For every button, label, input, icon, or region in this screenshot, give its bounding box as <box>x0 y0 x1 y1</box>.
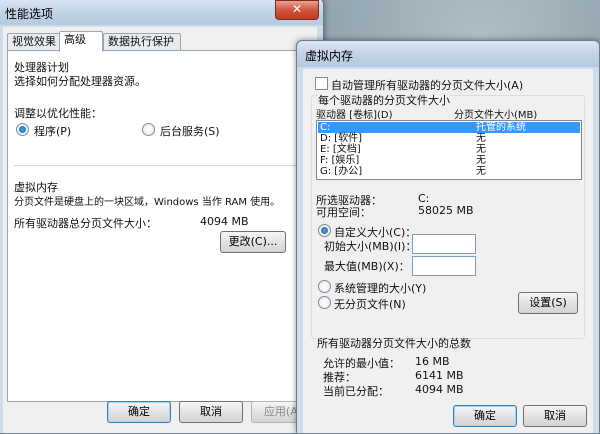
drive-size: 无 <box>476 144 486 155</box>
tab-visual-effects[interactable]: 视觉效果 <box>7 33 61 51</box>
drive-name: D: [软件] <box>320 133 363 144</box>
drive-name: C: <box>320 122 331 133</box>
initial-size-label: 初始大小(MB)(I)： <box>324 240 417 253</box>
free-space-value: 58025 MB <box>418 204 474 217</box>
ok-button[interactable]: 确定 <box>107 401 171 423</box>
window-title: 性能选项 <box>5 7 54 21</box>
auto-manage-label[interactable]: 自动管理所有驱动器的分页文件大小(A) <box>331 77 523 93</box>
system-managed-label[interactable]: 系统管理的大小(Y) <box>334 280 426 296</box>
virtual-memory-window: 虚拟内存 自动管理所有驱动器的分页文件大小(A) 每个驱动器的分页文件大小 驱动… <box>296 40 600 434</box>
max-size-input[interactable] <box>412 256 476 276</box>
performance-options-window: 性能选项 ✕ 视觉效果 高级 数据执行保护 处理器计划 选择如何分配处理器资源。… <box>0 0 324 434</box>
virtual-memory-description: 分页文件是硬盘上的一块区域，Windows 当作 RAM 使用。 <box>14 197 281 208</box>
drive-row[interactable]: D: [软件] 无 <box>318 133 580 144</box>
performance-options-client: 视觉效果 高级 数据执行保护 处理器计划 选择如何分配处理器资源。 调整以优化性… <box>3 27 317 433</box>
free-space-label: 可用空间： <box>316 206 371 219</box>
change-button[interactable]: 更改(C)... <box>220 231 286 253</box>
drive-row[interactable]: C: 托管的系统 <box>318 122 580 133</box>
advanced-tab-panel: 处理器计划 选择如何分配处理器资源。 调整以优化性能： 程序(P) 后台服务(S… <box>7 50 311 402</box>
total-paging-value: 4094 MB <box>200 215 249 228</box>
drive-size: 无 <box>476 166 486 177</box>
close-button[interactable]: ✕ <box>275 0 319 20</box>
background-services-radio[interactable] <box>142 123 155 136</box>
virtual-memory-client: 自动管理所有驱动器的分页文件大小(A) 每个驱动器的分页文件大小 驱动器 [卷标… <box>303 69 593 433</box>
drive-name: E: [文档] <box>320 144 361 155</box>
drive-name: G: [办公] <box>320 166 363 177</box>
drive-column-header: 驱动器 [卷标](D) <box>316 110 393 121</box>
current-allocated-value: 4094 MB <box>415 383 464 396</box>
vm-window-title: 虚拟内存 <box>305 49 354 63</box>
processor-description: 选择如何分配处理器资源。 <box>14 75 146 88</box>
drive-list[interactable]: C: 托管的系统 D: [软件] 无 E: [文档] 无 F: [娱乐] 无 G… <box>316 120 582 180</box>
min-allowed-value: 16 MB <box>415 355 450 368</box>
processor-scheduling-group: 处理器计划 选择如何分配处理器资源。 调整以优化性能： 程序(P) 后台服务(S… <box>14 61 302 163</box>
performance-options-titlebar[interactable]: 性能选项 ✕ <box>0 0 323 25</box>
drive-name: F: [娱乐] <box>320 155 360 166</box>
size-column-header: 分页文件大小(MB) <box>454 110 538 121</box>
programs-radio-label[interactable]: 程序(P) <box>34 123 71 139</box>
drive-size: 托管的系统 <box>476 122 526 133</box>
drive-size: 无 <box>476 133 486 144</box>
drive-row[interactable]: G: [办公] 无 <box>318 166 580 177</box>
background-services-label[interactable]: 后台服务(S) <box>160 123 220 139</box>
vm-cancel-button[interactable]: 取消 <box>523 405 587 427</box>
group-divider <box>14 165 304 166</box>
virtual-memory-group: 虚拟内存 分页文件是硬盘上的一块区域，Windows 当作 RAM 使用。 所有… <box>14 179 302 269</box>
system-managed-radio[interactable] <box>318 280 331 293</box>
recommended-value: 6141 MB <box>415 369 464 382</box>
no-paging-radio[interactable] <box>318 296 331 309</box>
initial-size-input[interactable] <box>412 234 476 254</box>
auto-manage-checkbox[interactable] <box>315 77 328 90</box>
vm-ok-button[interactable]: 确定 <box>453 405 517 427</box>
cancel-button[interactable]: 取消 <box>179 401 243 423</box>
per-drive-group: 每个驱动器的分页文件大小 驱动器 [卷标](D) 分页文件大小(MB) C: 托… <box>311 92 585 339</box>
drive-row[interactable]: F: [娱乐] 无 <box>318 155 580 166</box>
set-button[interactable]: 设置(S) <box>518 292 578 314</box>
adjust-performance-label: 调整以优化性能： <box>14 107 102 120</box>
custom-size-radio[interactable] <box>318 224 331 237</box>
total-paging-label: 所有驱动器总分页文件大小： <box>14 217 157 230</box>
total-section-title: 所有驱动器分页文件大小的总数 <box>317 337 471 350</box>
virtual-memory-titlebar[interactable]: 虚拟内存 <box>297 41 599 67</box>
no-paging-label[interactable]: 无分页文件(N) <box>334 296 406 312</box>
tab-advanced[interactable]: 高级 <box>59 31 103 52</box>
programs-radio[interactable] <box>16 123 29 136</box>
drive-row[interactable]: E: [文档] 无 <box>318 144 580 155</box>
tab-dep[interactable]: 数据执行保护 <box>103 33 181 51</box>
max-size-label: 最大值(MB)(X)： <box>324 260 410 273</box>
current-allocated-label: 当前已分配： <box>323 385 389 398</box>
drive-size: 无 <box>476 155 486 166</box>
